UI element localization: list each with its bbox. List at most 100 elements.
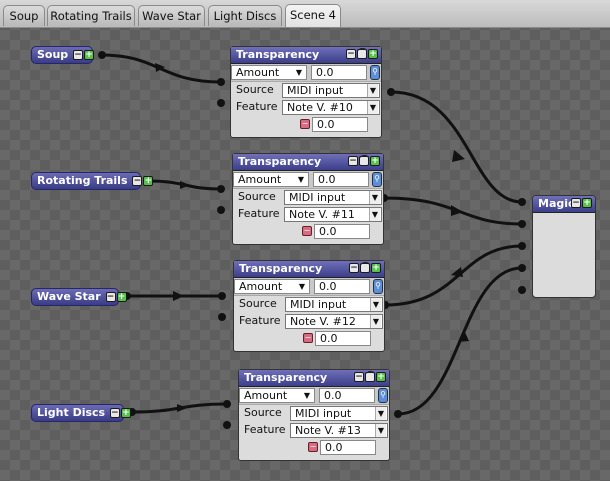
output-row: − 0.0 [234, 330, 384, 347]
collapse-icon[interactable]: − [346, 49, 356, 59]
transparency-node[interactable]: Transparency − ⌒ + Amount ▼ 0.0 ⚲ Source MI… [238, 369, 390, 461]
feature-label: Feature [239, 314, 281, 327]
feature-row: Feature Note V. #11 ▼ [233, 206, 383, 223]
source-node-wave-star[interactable]: Wave Star − + [31, 288, 127, 306]
remove-icon[interactable]: − [109, 408, 120, 418]
feature-row: Feature Note V. #10 ▼ [231, 99, 381, 116]
wire-arrow-4 [177, 404, 187, 412]
amount-selector[interactable]: Amount ▼ [234, 279, 310, 294]
amount-field[interactable]: 0.0 [319, 388, 375, 403]
amount-row: Amount ▼ 0.0 ⚲ [233, 171, 383, 189]
source-label: Rotating Trails [37, 174, 128, 187]
hook-icon[interactable]: ⌒ [357, 49, 367, 59]
output-row: − 0.0 [239, 439, 389, 456]
collapse-icon[interactable]: − [571, 198, 581, 208]
hook-icon[interactable]: ⌒ [360, 263, 370, 273]
wire-arrow-3 [173, 291, 184, 301]
remove-output-icon[interactable]: − [303, 333, 313, 343]
add-icon[interactable]: + [84, 50, 95, 60]
output-field[interactable]: 0.0 [314, 224, 370, 239]
remove-output-icon[interactable]: − [300, 119, 310, 129]
wire-arrow-2 [180, 181, 190, 189]
output-field[interactable]: 0.0 [312, 117, 368, 132]
add-icon[interactable]: + [370, 156, 380, 166]
remove-icon[interactable]: − [132, 176, 143, 186]
output-field[interactable]: 0.0 [315, 331, 371, 346]
amount-row: Amount ▼ 0.0 ⚲ [239, 387, 389, 405]
source-label: Source [236, 83, 274, 96]
magic-node[interactable]: Magic − + [532, 195, 596, 298]
transparency-node[interactable]: Transparency − ⌒ + Amount ▼ 0.0 ⚲ Source MI… [233, 260, 385, 352]
add-icon[interactable]: + [120, 408, 131, 418]
source-label: Source [239, 297, 277, 310]
remove-icon[interactable]: − [73, 50, 84, 60]
source-dropdown[interactable]: MIDI input ▼ [282, 83, 380, 98]
node-title[interactable]: Transparency − ⌒ + [234, 261, 384, 278]
source-dropdown[interactable]: MIDI input ▼ [284, 190, 382, 205]
output-row: − 0.0 [233, 223, 383, 240]
node-title-label: Transparency [236, 48, 320, 61]
link-icon[interactable]: ⚲ [372, 172, 382, 187]
collapse-icon[interactable]: − [348, 156, 358, 166]
amount-selector[interactable]: Amount ▼ [239, 388, 315, 403]
link-icon[interactable]: ⚲ [373, 279, 383, 294]
remove-icon[interactable]: − [105, 292, 116, 302]
node-title-label: Transparency [238, 155, 322, 168]
output-row: − 0.0 [231, 116, 381, 133]
hook-icon[interactable]: ⌒ [365, 372, 375, 382]
remove-output-icon[interactable]: − [308, 442, 318, 452]
add-icon[interactable]: + [143, 176, 154, 186]
amount-field[interactable]: 0.0 [311, 65, 367, 80]
amount-row: Amount ▼ 0.0 ⚲ [231, 64, 381, 82]
feature-dropdown[interactable]: Note V. #12 ▼ [285, 314, 383, 329]
node-title-label: Transparency [239, 262, 323, 275]
node-title[interactable]: Transparency − ⌒ + [233, 154, 383, 171]
source-label: Wave Star [37, 290, 101, 303]
node-title-label: Transparency [244, 371, 328, 384]
source-node-soup[interactable]: Soup − + [31, 46, 95, 64]
hook-icon[interactable]: ⌒ [359, 156, 369, 166]
amount-row: Amount ▼ 0.0 ⚲ [234, 278, 384, 296]
feature-dropdown[interactable]: Note V. #10 ▼ [282, 100, 380, 115]
source-dropdown[interactable]: MIDI input ▼ [290, 406, 388, 421]
transparency-node[interactable]: Transparency − ⌒ + Amount ▼ 0.0 ⚲ Source MI… [232, 153, 384, 245]
node-title[interactable]: Transparency − ⌒ + [231, 47, 381, 64]
amount-field[interactable]: 0.0 [314, 279, 370, 294]
feature-label: Feature [244, 423, 286, 436]
feature-dropdown[interactable]: Note V. #11 ▼ [284, 207, 382, 222]
source-row: Source MIDI input ▼ [233, 189, 383, 206]
wire-arrow-8 [458, 330, 469, 342]
output-field[interactable]: 0.0 [320, 440, 376, 455]
link-icon[interactable]: ⚲ [370, 65, 380, 80]
collapse-icon[interactable]: − [349, 263, 359, 273]
add-icon[interactable]: + [368, 49, 378, 59]
collapse-icon[interactable]: − [354, 372, 364, 382]
source-row: Source MIDI input ▼ [231, 82, 381, 99]
feature-label: Feature [236, 100, 278, 113]
source-row: Source MIDI input ▼ [234, 296, 384, 313]
feature-row: Feature Note V. #13 ▼ [239, 422, 389, 439]
amount-selector[interactable]: Amount ▼ [231, 65, 307, 80]
source-node-light-discs[interactable]: Light Discs − + [31, 404, 131, 422]
remove-output-icon[interactable]: − [302, 226, 312, 236]
add-icon[interactable]: + [371, 263, 381, 273]
source-label: Soup [37, 48, 69, 61]
add-icon[interactable]: + [376, 372, 386, 382]
source-row: Source MIDI input ▼ [239, 405, 389, 422]
amount-field[interactable]: 0.0 [313, 172, 369, 187]
add-icon[interactable]: + [582, 198, 592, 208]
link-icon[interactable]: ⚲ [378, 388, 388, 403]
amount-selector[interactable]: Amount ▼ [233, 172, 309, 187]
source-node-rotating-trails[interactable]: Rotating Trails − + [31, 172, 154, 190]
transparency-node[interactable]: Transparency − ⌒ + Amount ▼ 0.0 ⚲ Source MI… [230, 46, 382, 138]
feature-dropdown[interactable]: Note V. #13 ▼ [290, 423, 388, 438]
feature-row: Feature Note V. #12 ▼ [234, 313, 384, 330]
source-dropdown[interactable]: MIDI input ▼ [285, 297, 383, 312]
add-icon[interactable]: + [116, 292, 127, 302]
source-label: Source [238, 190, 276, 203]
node-title[interactable]: Magic − + [533, 196, 595, 213]
wire-arrow-7 [451, 267, 463, 277]
source-label: Light Discs [37, 406, 106, 419]
node-title[interactable]: Transparency − ⌒ + [239, 370, 389, 387]
wire-arrow-5 [452, 150, 465, 162]
